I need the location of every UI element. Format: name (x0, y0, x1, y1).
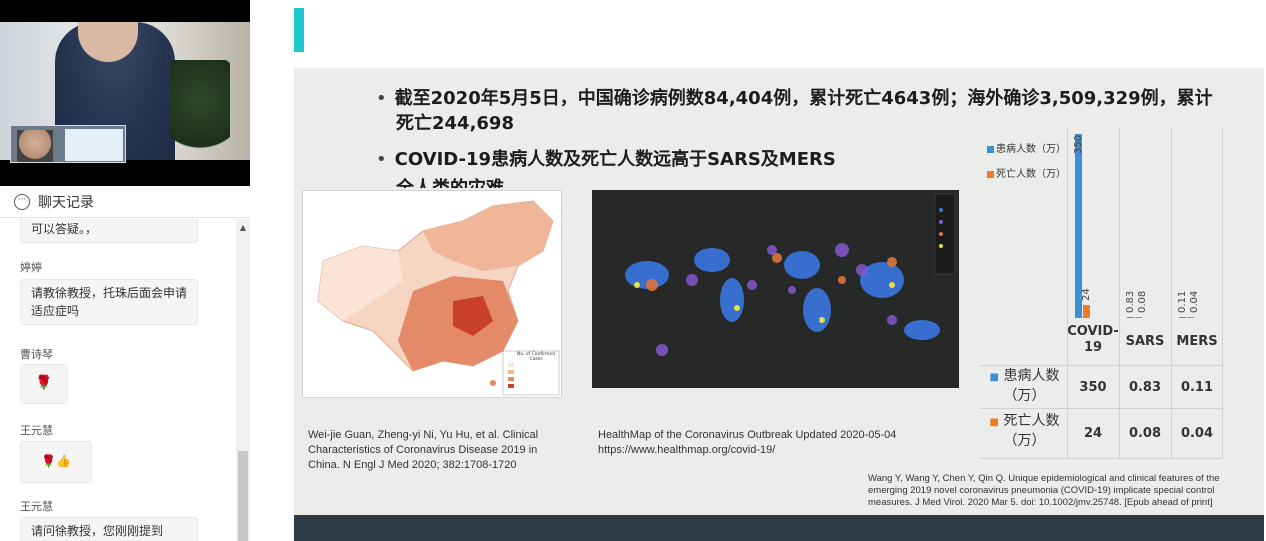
chat-message-text: 可以答疑。， (31, 222, 98, 236)
rose-thumbs-up-emoji-icon: 🌹👍 (41, 454, 71, 468)
table-cell: 0.04 (1180, 426, 1214, 441)
chat-bubble: 🌹 (20, 364, 68, 404)
scrollbar-thumb[interactable] (238, 451, 248, 541)
china-map-graphic (317, 200, 560, 396)
bar-deaths-mers (1187, 317, 1194, 318)
meeting-window: ··· 聊天记录 可以答疑。， 婷婷 请教徐教授，托珠后面会申请适应症吗 曹诗琴… (0, 0, 1266, 541)
chat-bubble: 请教徐教授，托珠后面会申请适应症吗 (20, 279, 198, 325)
row-header-deaths: ■ 死亡人数（万） (982, 412, 1067, 450)
bar-deaths-sars (1135, 317, 1142, 318)
world-map-caption: HealthMap of the Coronavirus Outbreak Up… (598, 429, 897, 441)
chat-message-text: 请问徐教授，您刚刚提到 (31, 524, 164, 538)
legend-label-deaths: 死亡人数（万） (996, 169, 1066, 180)
bar-value-label: 0.08 (1137, 290, 1148, 313)
bar-value-label: 0.04 (1189, 290, 1200, 313)
chat-sender-name: 王元慧 (20, 424, 53, 437)
bar-deaths-covid19 (1083, 305, 1090, 318)
left-panel: ··· 聊天记录 可以答疑。， 婷婷 请教徐教授，托珠后面会申请适应症吗 曹诗琴… (0, 0, 250, 541)
category-label-mers: MERS (1176, 334, 1218, 349)
rose-emoji-icon: 🌹 (35, 375, 53, 391)
world-healthmap (592, 190, 959, 388)
legend-swatch-cases (987, 145, 994, 153)
chat-scrollbar[interactable]: ▲ (236, 219, 250, 541)
slide-footer-bar (294, 515, 1264, 541)
table-cell: 24 (1083, 426, 1103, 441)
chat-sender-name: 婷婷 (20, 261, 42, 274)
bar-value-label: 24 (1081, 288, 1092, 302)
bar-value-label: 0.83 (1125, 290, 1136, 313)
bullet-dot: • (376, 149, 387, 170)
slide-title-area (250, 0, 1266, 68)
table-cell: 0.11 (1180, 380, 1214, 395)
bullet-2-text: COVID-19患病人数及死亡人数远高于SARS及MERS (394, 149, 836, 170)
healthmap-url-link[interactable]: https://www.healthmap.org/covid-19/ (598, 443, 948, 458)
category-label-covid19: COVID-19 (1067, 324, 1119, 355)
legend-label-cases: 患病人数（万） (996, 144, 1066, 155)
chat-header: ··· 聊天记录 (0, 186, 250, 218)
china-map-legend-title: No. of Confirmed Cases (516, 352, 556, 362)
bullet-1: • 截至2020年5月5日，中国确诊病例数84,404例，累计死亡4643例；海外… (376, 86, 1226, 112)
chat-bubble: 可以答疑。， (20, 219, 198, 243)
row-header-cases: ■ 患病人数（万） (982, 367, 1067, 405)
chat-message-list[interactable]: 可以答疑。， 婷婷 请教徐教授，托珠后面会申请适应症吗 曹诗琴 🌹 王元慧 🌹👍… (0, 219, 236, 541)
row-swatch-deaths-icon: ■ (989, 417, 999, 428)
bar-value-label: 0.11 (1177, 290, 1188, 313)
bullet-3-clipped: 全人类的灾难 (396, 176, 504, 188)
table-cell: 350 (1079, 380, 1107, 395)
comparison-bar-chart: 患病人数（万） 死亡人数（万） 350 0.83 0.11 24 0.08 0.04 CO… (980, 128, 1230, 459)
chat-sender-name: 曹诗琴 (20, 348, 53, 361)
grid-line (980, 365, 1222, 366)
row-swatch-cases-icon: ■ (989, 372, 999, 383)
scroll-up-arrow-icon[interactable]: ▲ (236, 223, 250, 235)
china-cases-map: No. of Confirmed Cases (302, 190, 562, 398)
picture-in-picture-video[interactable] (10, 125, 126, 163)
background-plant (170, 60, 230, 160)
row-header-deaths-text: 死亡人数（万） (1003, 413, 1060, 449)
legend-swatch-deaths (987, 170, 994, 178)
pip-screen (65, 129, 123, 161)
reference-citation: Wang Y, Wang Y, Chen Y, Qin Q. Unique ep… (868, 473, 1220, 508)
china-map-caption: Wei-jie Guan, Zheng-yi Ni, Yu Hu, et al.… (308, 429, 539, 471)
world-map-graphic (625, 193, 956, 356)
chat-sender-name: 王元慧 (20, 500, 53, 513)
table-cell: 0.83 (1128, 380, 1162, 395)
row-header-cases-text: 患病人数（万） (1003, 368, 1060, 404)
grid-line (980, 458, 1222, 459)
chat-header-title: 聊天记录 (38, 194, 94, 211)
speaker-video (0, 0, 250, 186)
chat-bubble: 请问徐教授，您刚刚提到 (20, 517, 198, 541)
bullet-1-text: 截至2020年5月5日，中国确诊病例数84,404例，累计死亡4643例；海外确… (394, 88, 1213, 109)
chat-bubble: 🌹👍 (20, 441, 92, 483)
category-label-sars: SARS (1125, 334, 1165, 349)
bar-value-label: 350 (1073, 134, 1084, 154)
legend-item-cases: 患病人数（万） (987, 140, 1066, 155)
table-cell: 0.08 (1128, 426, 1162, 441)
pip-participant (17, 130, 53, 162)
grid-line (980, 408, 1222, 409)
legend-item-deaths: 死亡人数（万） (987, 165, 1066, 180)
bullet-dot: • (376, 88, 387, 109)
chat-bubble-icon: ··· (14, 193, 30, 210)
bullet-3-text: 全人类的灾难 (396, 176, 504, 188)
grid-line (1222, 128, 1223, 458)
bullet-2: • COVID-19患病人数及死亡人数远高于SARS及MERS (376, 147, 836, 173)
bar-cases-mers (1179, 317, 1186, 318)
slide-accent-bar (294, 8, 304, 52)
bullet-1-continued: 死亡244,698 (396, 113, 514, 134)
chat-message-text: 请教徐教授，托珠后面会申请适应症吗 (31, 286, 188, 318)
bar-cases-sars (1127, 317, 1134, 318)
